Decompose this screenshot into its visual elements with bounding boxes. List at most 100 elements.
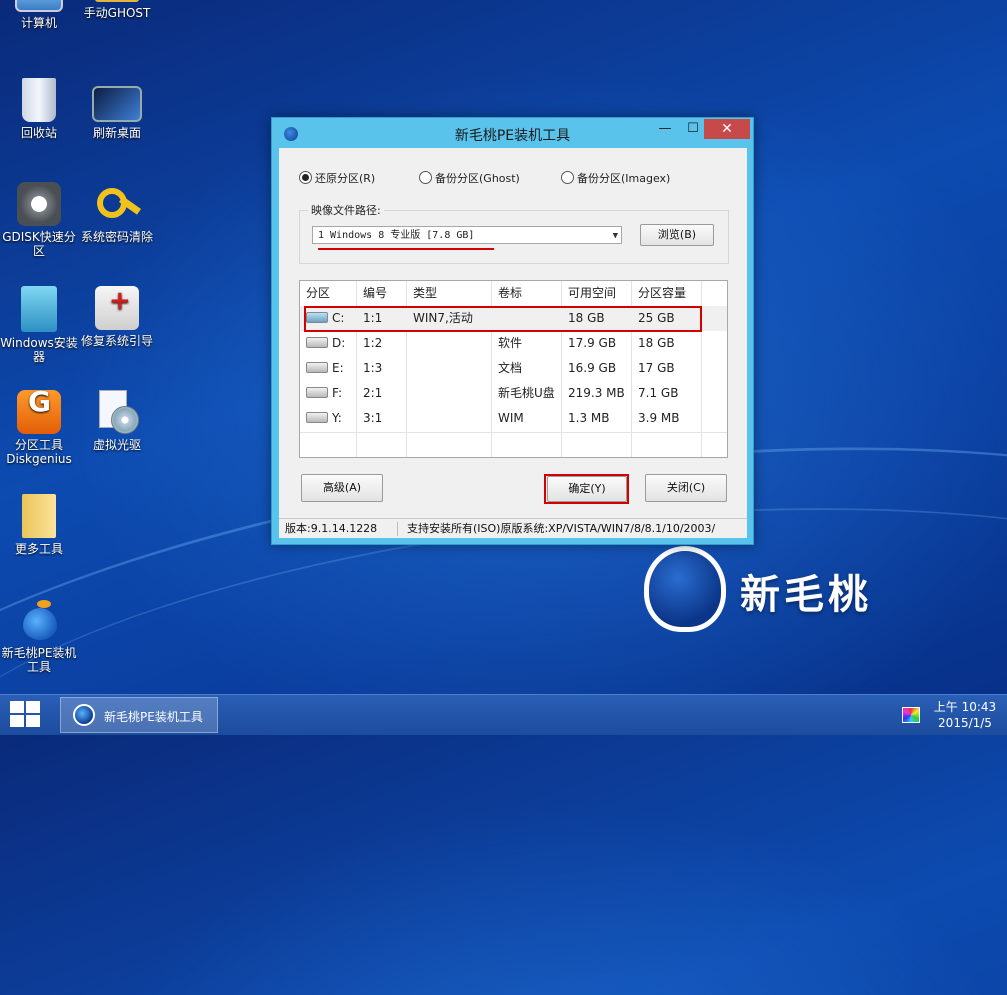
cell-free: 1.3 MB	[568, 411, 610, 425]
version-text: 版本:9.1.14.1228	[285, 522, 378, 535]
system-clock[interactable]: 上午 10:43 2015/1/5	[930, 699, 1000, 731]
desktop-icon-label: 虚拟光驱	[92, 438, 141, 452]
folder-icon	[22, 494, 56, 538]
table-row[interactable]: D: 1:2 软件 17.9 GB 18 GB	[300, 331, 727, 356]
maximize-button[interactable]: ☐	[680, 119, 706, 139]
desktop-icon-label: Windows安装器	[0, 336, 78, 364]
cell-size: 7.1 GB	[638, 386, 679, 400]
desktop-icon-label: GDISK快速分区	[2, 230, 76, 258]
cell-number: 1:2	[363, 336, 383, 350]
desktop-icon-label: 修复系统引导	[80, 334, 153, 348]
desktop-icon-label: 系统密码清除	[80, 230, 153, 244]
column-header[interactable]: 卷标	[492, 281, 562, 306]
desktop-icon-label: 回收站	[20, 126, 57, 140]
support-text: 支持安装所有(ISO)原版系统:XP/VISTA/WIN7/8/8.1/10/2…	[407, 522, 716, 535]
ghost-icon	[95, 0, 139, 2]
desktop-icon-refresh-desktop[interactable]: 刷新桌面	[78, 78, 156, 140]
computer-icon	[15, 0, 63, 12]
minimize-button[interactable]: —	[652, 119, 678, 139]
cell-label: WIM	[498, 411, 524, 425]
cell-free: 219.3 MB	[568, 386, 625, 400]
status-divider	[397, 522, 398, 536]
first-aid-kit-icon	[95, 286, 139, 330]
recycle-bin-icon	[22, 78, 56, 122]
desktop-icon-virtual-drive[interactable]: 虚拟光驱	[78, 390, 156, 452]
radio-button[interactable]	[561, 171, 574, 184]
gear-disk-icon	[17, 182, 61, 226]
title-bar[interactable]: 新毛桃PE装机工具 — ☐ ✕	[272, 118, 753, 148]
cell-type	[407, 381, 492, 406]
selected-row-highlight	[304, 306, 702, 332]
drive-icon	[306, 412, 328, 423]
cell-type	[407, 406, 492, 431]
status-bar: 版本:9.1.14.1228 支持安装所有(ISO)原版系统:XP/VISTA/…	[279, 518, 747, 539]
clock-date: 2015/1/5	[938, 716, 992, 730]
desktop-icon-password-clear[interactable]: 系统密码清除	[78, 182, 156, 244]
cd-drive-icon	[95, 390, 139, 434]
column-header[interactable]: 分区容量	[632, 281, 702, 306]
advanced-button[interactable]: 高级(A)	[301, 474, 383, 502]
cell-number: 1:3	[363, 361, 383, 375]
start-button[interactable]	[10, 701, 42, 729]
radio-backup-ghost[interactable]: 备份分区(Ghost)	[419, 170, 520, 186]
cell-partition: Y:	[300, 406, 357, 431]
partition-letter: Y:	[332, 411, 342, 425]
column-header[interactable]: 可用空间	[562, 281, 632, 306]
image-path-group: 映像文件路径: 1 Windows 8 专业版 [7.8 GB] ▼ 浏览(B)	[299, 202, 729, 264]
radio-label: 备份分区(Imagex)	[577, 172, 671, 185]
table-row[interactable]: E: 1:3 文档 16.9 GB 17 GB	[300, 356, 727, 381]
desktop-icon-more-tools[interactable]: 更多工具	[0, 494, 78, 556]
radio-button-checked[interactable]	[299, 171, 312, 184]
partition-letter: E:	[332, 361, 344, 375]
image-file-select[interactable]: 1 Windows 8 专业版 [7.8 GB] ▼	[312, 226, 622, 244]
close-button[interactable]: 关闭(C)	[645, 474, 727, 502]
cell-partition: F:	[300, 381, 357, 406]
cell-label: 文档	[498, 361, 523, 375]
table-header: 分区 编号 类型 卷标 可用空间 分区容量	[300, 281, 727, 306]
column-header[interactable]: 类型	[407, 281, 492, 306]
browse-button[interactable]: 浏览(B)	[640, 224, 714, 246]
taskbar: 新毛桃PE装机工具 上午 10:43 2015/1/5	[0, 694, 1007, 735]
partition-letter: F:	[332, 386, 343, 400]
desktop-icon-computer[interactable]: 计算机	[0, 0, 78, 30]
cell-number: 3:1	[363, 411, 383, 425]
cell-partition: D:	[300, 331, 357, 356]
desktop-icon-gdisk[interactable]: GDISK快速分区	[0, 182, 78, 258]
windows-installer-icon	[21, 286, 57, 332]
desktop-icon-manual-ghost[interactable]: 手动GHOST	[78, 0, 156, 20]
cell-number: 2:1	[363, 386, 383, 400]
partition-letter: D:	[332, 336, 346, 350]
radio-button[interactable]	[419, 171, 432, 184]
desktop-icon-pe-installer[interactable]: 新毛桃PE装机工具	[0, 598, 78, 674]
table-row[interactable]: F: 2:1 新毛桃U盘 219.3 MB 7.1 GB	[300, 381, 727, 406]
desktop-icon-recycle-bin[interactable]: 回收站	[0, 78, 78, 140]
image-file-value: 1 Windows 8 专业版 [7.8 GB]	[318, 230, 475, 241]
radio-label: 还原分区(R)	[315, 172, 376, 185]
partition-table: 分区 编号 类型 卷标 可用空间 分区容量 C: 1:1 WIN7,活动 18 …	[299, 280, 728, 458]
desktop-icon-label: 计算机	[20, 16, 57, 30]
highlight-underline	[318, 248, 494, 250]
windows-logo-icon	[26, 701, 40, 713]
taskbar-item-pe-installer[interactable]: 新毛桃PE装机工具	[60, 697, 218, 733]
table-row[interactable]: Y: 3:1 WIM 1.3 MB 3.9 MB	[300, 406, 727, 431]
radio-backup-imagex[interactable]: 备份分区(Imagex)	[561, 170, 670, 186]
ok-button[interactable]: 确定(Y)	[547, 476, 627, 502]
cell-free: 17.9 GB	[568, 336, 617, 350]
cell-type	[407, 356, 492, 381]
close-window-button[interactable]: ✕	[704, 119, 750, 139]
chevron-down-icon[interactable]: ▼	[613, 227, 618, 245]
desktop-icon-diskgenius[interactable]: 分区工具Diskgenius	[0, 390, 78, 466]
desktop-icon-label: 刷新桌面	[92, 126, 141, 140]
monitor-icon	[92, 86, 142, 122]
cell-free: 16.9 GB	[568, 361, 617, 375]
desktop-icon-repair-boot[interactable]: 修复系统引导	[78, 286, 156, 348]
cell-size: 17 GB	[638, 361, 675, 375]
radio-label: 备份分区(Ghost)	[435, 172, 520, 185]
desktop-icon-windows-installer[interactable]: Windows安装器	[0, 286, 78, 364]
column-header[interactable]: 编号	[357, 281, 407, 306]
cell-size: 3.9 MB	[638, 411, 680, 425]
radio-restore[interactable]: 还原分区(R)	[299, 170, 375, 186]
display-settings-icon[interactable]	[902, 707, 920, 723]
windows-logo-icon	[26, 715, 40, 727]
column-header[interactable]: 分区	[300, 281, 357, 306]
